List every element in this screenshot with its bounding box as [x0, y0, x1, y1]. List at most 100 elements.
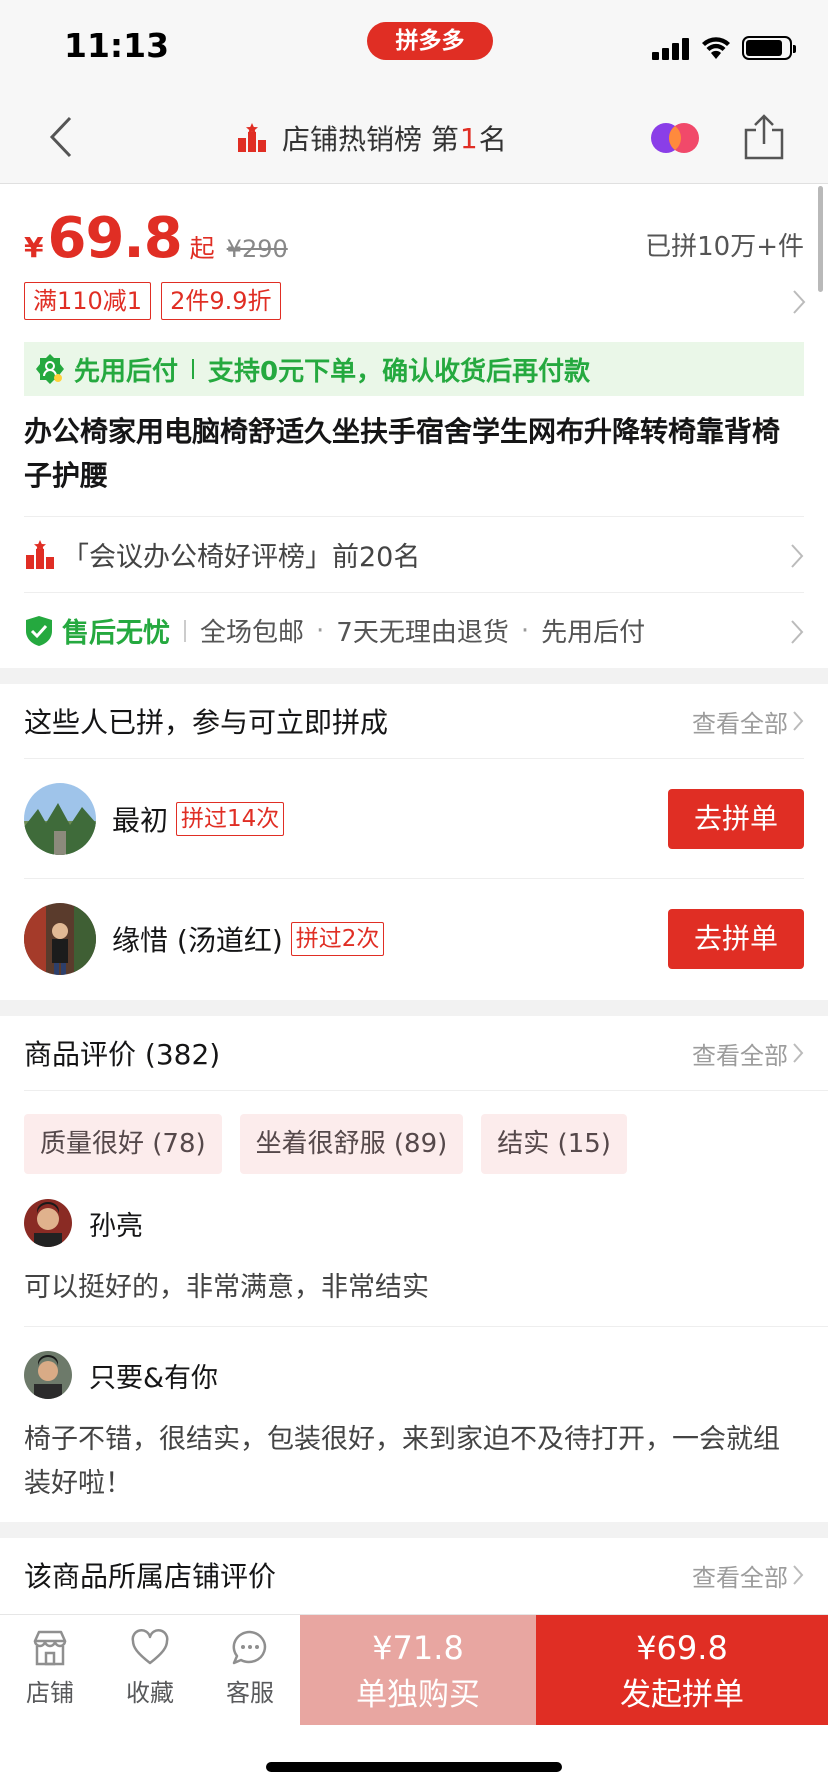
see-all-link[interactable]: 查看全部: [692, 704, 804, 739]
tab-store[interactable]: 店铺: [0, 1615, 100, 1725]
review-header: 只要&有你: [24, 1350, 804, 1400]
store-section-title: 该商品所属店铺评价: [24, 1560, 277, 1593]
store-rank-title[interactable]: 店铺热销榜 第 1 名: [236, 117, 507, 159]
review-tag[interactable]: 坐着很舒服 (89): [239, 1114, 464, 1174]
section-gap: [0, 1000, 828, 1016]
group-buy-price: ¥69.8: [636, 1629, 728, 1667]
status-time: 11:13: [64, 26, 170, 65]
avatar: [24, 902, 96, 975]
buy-alone-button[interactable]: ¥71.8 单独购买: [300, 1615, 536, 1725]
pay-later-desc: 支持0元下单，确认收货后再付款: [208, 356, 591, 387]
avatar: [24, 782, 96, 855]
back-icon[interactable]: [40, 114, 86, 160]
after-sale-label: 售后无忧: [62, 618, 170, 649]
review-text: 椅子不错，很结实，包装很好，来到家迫不及待打开，一会就组装好啦！: [24, 1424, 780, 1499]
shield-icon: [26, 615, 52, 646]
review-tag-row: 质量很好 (78) 坐着很舒服 (89) 结实 (15): [24, 1114, 627, 1174]
signal-icon: [652, 38, 690, 60]
ranking-row[interactable]: 「会议办公椅好评榜」前20名: [24, 516, 804, 592]
group-section-title: 这些人已拼，参与可立即拼成: [24, 706, 389, 739]
review-header: 孙亮: [24, 1198, 804, 1248]
service-item: 先用后付: [541, 618, 646, 648]
member-name: 缘惜 (汤道红): [112, 923, 283, 957]
see-all-link[interactable]: 查看全部: [692, 1036, 804, 1071]
see-all-label: 查看全部: [692, 1041, 788, 1070]
sold-count: 已拼10万+件: [645, 232, 804, 262]
service-item: 全场包邮: [200, 618, 305, 648]
separator-dot: ·: [520, 615, 530, 646]
store-section-header: 该商品所属店铺评价 查看全部: [24, 1538, 804, 1612]
chevron-right-icon: [793, 1565, 804, 1585]
battery-icon: [742, 36, 796, 60]
tab-customer-service[interactable]: 客服: [200, 1615, 300, 1725]
section-gap: [0, 668, 828, 684]
member-name: 最初: [112, 803, 169, 837]
review-tag[interactable]: 结实 (15): [481, 1114, 627, 1174]
price-suffix: 起: [189, 234, 215, 263]
home-indicator[interactable]: [266, 1762, 562, 1772]
join-group-button[interactable]: 去拼单: [668, 909, 804, 969]
pay-later-icon: [36, 354, 64, 384]
scrollbar[interactable]: [818, 186, 823, 292]
review-item[interactable]: 只要&有你 椅子不错，很结实，包装很好，来到家迫不及待打开，一会就组装好啦！: [24, 1350, 804, 1506]
section-gap: [0, 1522, 828, 1538]
divider: [192, 359, 195, 379]
chevron-right-icon[interactable]: [792, 289, 806, 315]
see-all-label: 查看全部: [692, 1563, 788, 1592]
service-row[interactable]: 售后无忧 全场包邮 · 7天无理由退货 · 先用后付: [24, 592, 804, 668]
pay-later-label: 先用后付: [74, 356, 179, 387]
review-user: 孙亮: [89, 1210, 143, 1242]
price-value: 69.8: [47, 206, 182, 271]
tab-label: 店铺: [26, 1679, 74, 1707]
coupon-tag[interactable]: 2件9.9折: [161, 282, 281, 320]
tab-label: 客服: [226, 1679, 274, 1707]
see-all-link[interactable]: 查看全部: [692, 1558, 804, 1593]
avatar-pair-icon[interactable]: [650, 122, 702, 154]
group-section-header: 这些人已拼，参与可立即拼成 查看全部: [24, 684, 804, 758]
review-item[interactable]: 孙亮 可以挺好的，非常满意，非常结实: [24, 1198, 804, 1310]
rank-prefix: 店铺热销榜 第: [282, 123, 459, 156]
avatar: [24, 1351, 72, 1399]
group-member-row: 最初 拼过14次 去拼单: [24, 758, 804, 878]
original-price: ¥290: [226, 235, 288, 263]
coupon-row[interactable]: 满110减1 2件9.9折: [24, 282, 281, 320]
join-group-button[interactable]: 去拼单: [668, 789, 804, 849]
coupon-tag[interactable]: 满110减1: [24, 282, 152, 320]
rank-suffix: 名: [478, 123, 507, 156]
divider: [24, 1326, 828, 1327]
nav-bar: 店铺热销榜 第 1 名: [0, 92, 828, 184]
buy-alone-price: ¥71.8: [372, 1629, 464, 1667]
brand-badge: 拼多多: [367, 22, 493, 60]
review-user: 只要&有你: [89, 1362, 219, 1394]
chevron-right-icon: [793, 711, 804, 731]
rank-number: 1: [459, 121, 478, 155]
chat-icon: [232, 1630, 267, 1665]
group-times-badge: 拼过14次: [176, 801, 285, 836]
group-times-badge: 拼过2次: [290, 921, 385, 956]
see-all-label: 查看全部: [692, 709, 788, 738]
store-icon: [33, 1630, 67, 1666]
service-item: 7天无理由退货: [336, 618, 509, 648]
review-tag[interactable]: 质量很好 (78): [24, 1114, 222, 1174]
group-buy-label: 发起拼单: [620, 1677, 744, 1713]
chevron-right-icon: [791, 620, 804, 644]
avatar: [24, 1199, 72, 1247]
separator-dot: ·: [316, 615, 325, 646]
wifi-icon: [702, 37, 730, 59]
reviews-section-title: 商品评价 (382): [24, 1038, 221, 1071]
heart-icon: [131, 1629, 169, 1665]
tab-label: 收藏: [126, 1679, 174, 1707]
status-bar: 11:13 拼多多: [0, 0, 828, 92]
rank-icon: [26, 539, 54, 569]
tab-favorite[interactable]: 收藏: [100, 1615, 200, 1725]
chevron-right-icon: [793, 1043, 804, 1063]
start-group-buy-button[interactable]: ¥69.8 发起拼单: [536, 1615, 828, 1725]
buy-alone-label: 单独购买: [356, 1677, 480, 1713]
pay-later-banner[interactable]: 先用后付 支持0元下单，确认收货后再付款: [24, 342, 804, 396]
divider: [24, 1090, 828, 1091]
group-member-row: 缘惜 (汤道红) 拼过2次 去拼单: [24, 878, 804, 998]
share-icon[interactable]: [742, 114, 786, 160]
rank-icon: [238, 123, 266, 152]
price-row: ¥ 69.8 起 ¥290: [24, 206, 288, 276]
price-currency: ¥: [24, 231, 44, 264]
